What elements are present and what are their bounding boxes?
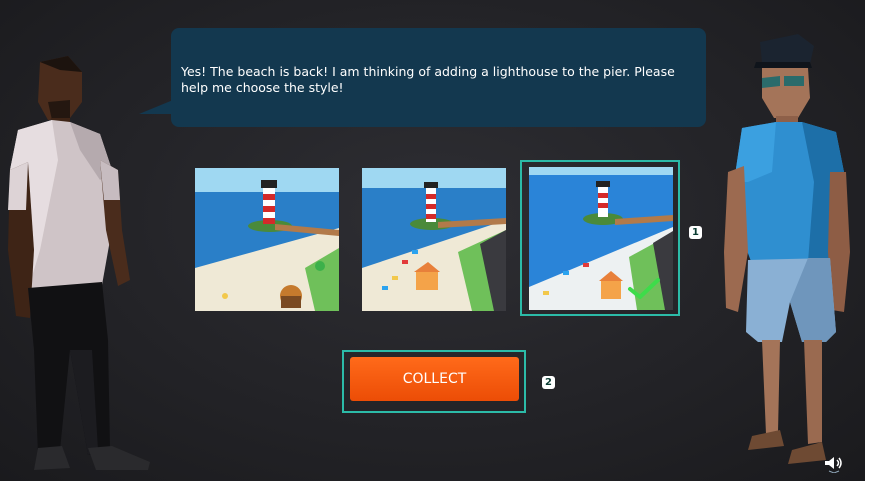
dialog-text: Yes! The beach is back! I am thinking of… — [181, 64, 675, 95]
collect-button-label: COLLECT — [402, 371, 467, 387]
game-scene: Yes! The beach is back! I am thinking of… — [0, 0, 865, 481]
speech-bubble-tail — [139, 100, 173, 114]
lighthouse-option-2-image — [362, 168, 506, 311]
sound-toggle-button[interactable] — [823, 455, 845, 474]
lighthouse-option-3[interactable] — [529, 167, 673, 310]
step-marker-2: 2 — [542, 376, 555, 389]
speech-bubble: Yes! The beach is back! I am thinking of… — [171, 28, 706, 127]
collect-button[interactable]: COLLECT — [350, 357, 519, 401]
speaker-icon — [825, 457, 842, 474]
right-character — [724, 34, 850, 464]
lighthouse-option-1[interactable] — [195, 168, 339, 311]
lighthouse-option-1-image — [195, 168, 339, 311]
lighthouse-option-2[interactable] — [362, 168, 506, 311]
checkmark-icon — [628, 278, 660, 299]
step-marker-1: 1 — [689, 226, 702, 239]
